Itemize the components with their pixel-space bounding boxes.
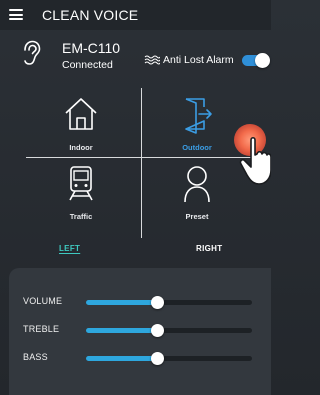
house-icon (65, 98, 97, 130)
anti-lost-alarm: Anti Lost Alarm (144, 52, 234, 68)
bass-row: BASS (9, 348, 271, 368)
device-info: EM-C110 Connected Anti Lost Alarm (0, 30, 271, 80)
treble-row: TREBLE (9, 320, 271, 340)
bass-slider-thumb[interactable] (151, 352, 165, 365)
app-title: CLEAN VOICE (42, 7, 139, 23)
person-icon (184, 166, 210, 203)
waves-icon (144, 55, 160, 65)
ear-side-tabs: LEFT RIGHT (0, 240, 271, 260)
treble-slider-fill (86, 328, 158, 333)
volume-row: VOLUME (9, 292, 271, 312)
ear-icon (24, 40, 41, 65)
mode-grid: Indoor Outdoor Traffic Preset (26, 88, 252, 238)
anti-lost-alarm-label: Anti Lost Alarm (163, 54, 234, 66)
train-icon (69, 166, 93, 201)
anti-lost-alarm-toggle[interactable] (242, 53, 270, 68)
volume-label: VOLUME (23, 296, 63, 306)
bass-slider[interactable] (86, 352, 252, 365)
device-name: EM-C110 (62, 40, 121, 56)
volume-slider-fill (86, 300, 158, 305)
mode-indoor[interactable]: Indoor (26, 88, 136, 158)
mode-label: Indoor (69, 143, 93, 152)
mode-label: Traffic (69, 212, 93, 221)
treble-slider-thumb[interactable] (151, 324, 165, 337)
door-exit-icon (185, 98, 212, 134)
tab-left[interactable]: LEFT (59, 244, 80, 253)
tab-right[interactable]: RIGHT (196, 244, 222, 253)
treble-slider[interactable] (86, 324, 252, 337)
volume-slider[interactable] (86, 296, 252, 309)
app-header: CLEAN VOICE (0, 0, 271, 30)
bass-slider-fill (86, 356, 158, 361)
touch-hand-icon (234, 124, 271, 185)
volume-slider-thumb[interactable] (151, 296, 165, 309)
treble-label: TREBLE (23, 324, 60, 334)
toggle-knob (255, 53, 270, 68)
equalizer-panel: VOLUME TREBLE BASS (9, 268, 271, 395)
bass-label: BASS (23, 352, 48, 362)
mode-traffic[interactable]: Traffic (26, 158, 136, 228)
hamburger-menu-icon[interactable] (9, 9, 23, 20)
mode-label: Preset (185, 212, 209, 221)
device-status: Connected (62, 59, 113, 71)
